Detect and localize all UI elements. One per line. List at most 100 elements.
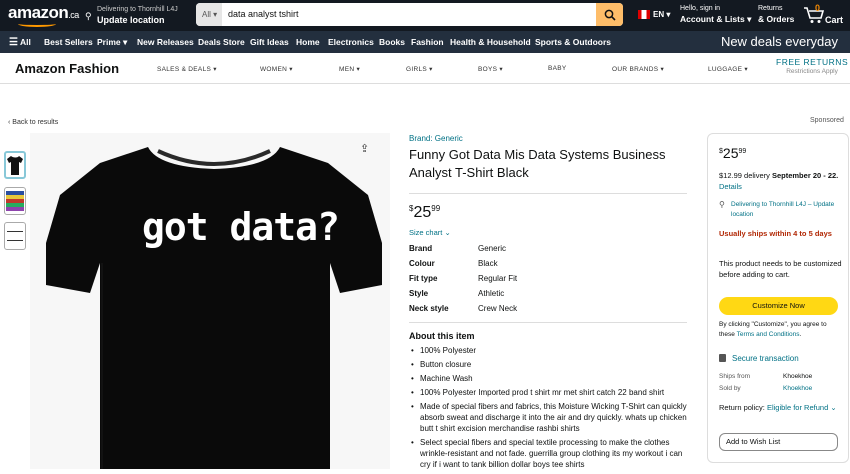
details-link[interactable]: Details	[719, 182, 742, 191]
nav-item-new-releases[interactable]: New Releases	[137, 37, 194, 47]
logo-text: amazon	[8, 3, 69, 22]
delivery-cost: $12.99 delivery	[719, 171, 770, 180]
list-item: Button closure	[409, 359, 694, 370]
brand-link[interactable]: Brand: Generic	[409, 134, 463, 143]
nav-item-sports-outdoors[interactable]: Sports & Outdoors	[535, 37, 611, 47]
attr-value: Generic	[478, 244, 507, 253]
customize-now-button[interactable]: Customize Now	[719, 297, 838, 315]
return-policy-link[interactable]: Eligible for Refund	[767, 403, 828, 412]
subnav-boys[interactable]: BOYS ▾	[478, 65, 503, 73]
back-to-results-label: Back to results	[12, 119, 59, 126]
chevron-down-icon: ▾	[356, 66, 361, 73]
buy-box: $2599 $12.99 delivery September 20 - 22.…	[707, 133, 849, 463]
ships-from-value: Khoekhoe	[783, 373, 813, 380]
fashion-title[interactable]: Amazon Fashion	[15, 61, 119, 76]
back-to-results-link[interactable]: ‹ Back to results	[8, 119, 58, 126]
size-chart-link[interactable]: Size chart ⌄	[409, 228, 451, 237]
account-menu[interactable]: Hello, sign in Account & Lists ▾	[680, 4, 751, 24]
chevron-down-icon: ▾	[747, 14, 752, 24]
delivery-date: September 20 - 22.	[771, 171, 839, 180]
nav-item-fashion[interactable]: Fashion	[411, 37, 444, 47]
cart-label: Cart	[825, 15, 844, 25]
add-to-wish-list-button[interactable]: Add to Wish List	[719, 433, 838, 451]
subnav-women[interactable]: WOMEN ▾	[260, 65, 293, 73]
subnav-sales-deals-label: SALES & DEALS	[157, 66, 212, 73]
subnav-our-brands[interactable]: OUR BRANDS ▾	[612, 65, 664, 73]
delivery-location-text: Delivering to Thornhill L4J – Update loc…	[731, 201, 835, 218]
subnav-boys-label: BOYS	[478, 66, 498, 73]
terms-link[interactable]: Terms and Conditions	[737, 331, 800, 338]
cart-icon	[804, 7, 825, 23]
logo-smile-icon	[18, 21, 56, 27]
ships-status: Usually ships within 4 to 5 days	[719, 229, 832, 238]
delivery-location-link[interactable]: ⚲ Delivering to Thornhill L4J – Update lo…	[719, 200, 844, 220]
list-item: 100% Polyester	[409, 345, 694, 356]
language-selector[interactable]: EN ▾	[653, 10, 670, 19]
price-whole: 25	[722, 145, 739, 161]
cart-count: 0	[815, 3, 821, 13]
subnav-sales-deals[interactable]: SALES & DEALS ▾	[157, 65, 217, 73]
amazon-logo[interactable]: amazon.ca	[8, 3, 79, 27]
returns-orders[interactable]: Returns & Orders	[758, 4, 794, 24]
subnav-luggage[interactable]: LUGGAGE ▾	[708, 65, 748, 73]
search-icon	[604, 9, 616, 21]
ships-from-label: Ships from	[719, 373, 751, 380]
nav-item-prime[interactable]: Prime ▾	[97, 37, 127, 48]
shirt-print-text: got data?	[142, 205, 340, 249]
nav-item-books[interactable]: Books	[379, 37, 405, 47]
chevron-down-icon: ▾	[289, 66, 293, 73]
nav-item-home[interactable]: Home	[296, 37, 320, 47]
chevron-down-icon: ▾	[429, 66, 433, 73]
secure-transaction-link[interactable]: Secure transaction	[719, 354, 799, 363]
list-item: 100% Polyester Imported prod t shirt mr …	[409, 387, 694, 398]
nav-item-deals-store[interactable]: Deals Store	[198, 37, 245, 47]
price-fraction: 99	[738, 148, 747, 155]
nav-item-gift-ideas[interactable]: Gift Ideas	[250, 37, 289, 47]
thumbnail-1[interactable]	[4, 151, 26, 179]
nav-item-electronics[interactable]: Electronics	[328, 37, 374, 47]
secure-transaction-label: Secure transaction	[732, 354, 799, 363]
search-button[interactable]	[596, 3, 623, 26]
chevron-down-icon[interactable]: ⌄	[830, 403, 836, 412]
thumbnail-3[interactable]	[4, 222, 26, 250]
chevron-down-icon: ▾	[213, 66, 217, 73]
account-line2: Account & Lists	[680, 14, 745, 24]
search-input[interactable]: data analyst tshirt	[228, 9, 299, 19]
sold-by-link[interactable]: Khoekhoe	[783, 385, 812, 392]
share-icon[interactable]: ⇪	[360, 142, 369, 155]
sold-by-label: Sold by	[719, 385, 741, 392]
deliver-to[interactable]: ⚲ Delivering to Thornhill L4J Update loc…	[85, 5, 178, 25]
attr-key: Neck style	[409, 304, 449, 313]
nav-bar: ☰ All Best Sellers Prime ▾ New Releases …	[0, 31, 850, 53]
subnav-baby[interactable]: BABY	[548, 65, 567, 72]
nav-promo[interactable]: New deals everyday	[721, 34, 838, 49]
location-pin-icon: ⚲	[719, 200, 725, 209]
chevron-down-icon: ▾	[666, 10, 671, 19]
subnav-girls-label: GIRLS	[406, 66, 428, 73]
list-item: Made of special fibers and fabrics, this…	[409, 401, 694, 434]
free-returns-badge[interactable]: FREE RETURNS Restrictions Apply	[776, 58, 848, 76]
attr-key: Colour	[409, 259, 435, 268]
price-whole: 25	[413, 204, 432, 221]
fashion-subnav: Amazon Fashion SALES & DEALS ▾ WOMEN ▾ M…	[0, 53, 850, 84]
subnav-men[interactable]: MEN ▾	[339, 65, 360, 73]
chevron-down-icon: ▾	[660, 66, 665, 73]
sponsored-label[interactable]: Sponsored	[810, 117, 844, 124]
canada-flag-icon[interactable]	[638, 10, 650, 19]
search-category-select[interactable]: All ▾	[196, 3, 222, 26]
subnav-women-label: WOMEN	[260, 66, 288, 73]
attr-value: Athletic	[478, 289, 505, 298]
agree-text: By clicking "Customize", you agree to th…	[719, 321, 827, 338]
product-main-image[interactable]: got data?	[30, 133, 390, 469]
tshirt-thumbnail-icon	[7, 156, 23, 175]
size-chart-thumbnail-icon	[7, 231, 23, 241]
subnav-girls[interactable]: GIRLS ▾	[406, 65, 433, 73]
nav-item-best-sellers[interactable]: Best Sellers	[44, 37, 93, 47]
search-category-label: All	[202, 10, 211, 19]
nav-item-health-household[interactable]: Health & Household	[450, 37, 531, 47]
about-bullets: 100% Polyester Button closure Machine Wa…	[409, 345, 694, 473]
color-swatches-icon	[6, 191, 24, 211]
all-menu-button[interactable]: ☰ All	[9, 37, 31, 48]
chevron-down-icon: ▾	[213, 10, 218, 19]
thumbnail-2[interactable]	[4, 187, 26, 215]
